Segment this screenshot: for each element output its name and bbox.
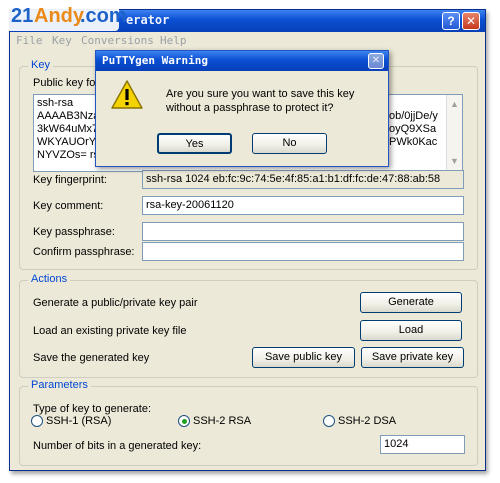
dialog-message: Are you sure you want to save this key w…: [166, 87, 354, 115]
yes-button[interactable]: Yes: [157, 133, 232, 154]
watermark-part-21: 21: [11, 5, 34, 27]
passphrase-field[interactable]: [142, 222, 464, 241]
fingerprint-field[interactable]: ssh-rsa 1024 eb:fc:9c:74:5e:4f:85:a1:b1:…: [142, 170, 464, 189]
menu-key[interactable]: Key: [52, 34, 72, 47]
watermark-part-com: .com: [80, 5, 127, 27]
parameters-group-title: Parameters: [28, 379, 91, 391]
bits-field[interactable]: 1024: [380, 435, 465, 454]
menu-bar: File Key Conversions Help: [10, 32, 485, 50]
help-button[interactable]: ?: [442, 12, 460, 30]
save-label: Save the generated key: [33, 352, 150, 364]
generate-label: Generate a public/private key pair: [33, 297, 198, 309]
menu-conversions[interactable]: Conversions: [81, 34, 154, 47]
actions-group-title: Actions: [28, 273, 71, 285]
watermark-logo: 21 Andy .com: [3, 3, 127, 31]
public-key-right-column: ob/0jjDe/y oyQ9XSa PWk0Kac: [389, 97, 449, 149]
radio-ssh2-dsa[interactable]: [323, 415, 335, 427]
public-key-right-line: PWk0Kac: [389, 136, 438, 148]
ssh2-rsa-label[interactable]: SSH-2 RSA: [193, 415, 251, 427]
radio-ssh1-rsa[interactable]: [31, 415, 43, 427]
generate-button[interactable]: Generate: [360, 292, 462, 313]
ssh1-rsa-label[interactable]: SSH-1 (RSA): [46, 415, 111, 427]
dialog-title: PuTTYgen Warning: [102, 54, 208, 67]
warning-dialog: PuTTYgen Warning ✕ Are you sure you want…: [95, 50, 389, 167]
public-key-right-line: ob/0jjDe/y: [389, 110, 438, 122]
warning-icon: [111, 80, 143, 109]
dialog-message-line2: without a passphrase to protect it?: [166, 102, 334, 114]
confirm-passphrase-field[interactable]: [142, 242, 464, 261]
dialog-message-line1: Are you sure you want to save this key: [166, 88, 355, 100]
key-type-label: Type of key to generate:: [33, 403, 152, 415]
confirm-passphrase-label: Confirm passphrase:: [33, 246, 135, 258]
radio-selected-dot: [182, 419, 187, 424]
public-key-scrollbar[interactable]: ▲ ▼: [446, 95, 462, 171]
menu-help[interactable]: Help: [160, 34, 187, 47]
save-public-key-button[interactable]: Save public key: [252, 347, 355, 368]
public-key-right-line: oyQ9XSa: [389, 123, 437, 135]
public-key-label: Public key for: [33, 77, 100, 89]
key-group-title: Key: [28, 59, 53, 71]
scroll-down-icon[interactable]: ▼: [449, 155, 460, 168]
load-label: Load an existing private key file: [33, 325, 187, 337]
comment-label: Key comment:: [33, 200, 104, 212]
watermark-part-andy: Andy: [34, 5, 84, 27]
load-button[interactable]: Load: [360, 320, 462, 341]
menu-file[interactable]: File: [16, 34, 43, 47]
scroll-up-icon[interactable]: ▲: [449, 98, 460, 111]
passphrase-label: Key passphrase:: [33, 226, 115, 238]
close-button[interactable]: ✕: [462, 12, 480, 30]
dialog-titlebar[interactable]: PuTTYgen Warning ✕: [96, 51, 388, 71]
bits-label: Number of bits in a generated key:: [33, 440, 202, 452]
save-private-key-button[interactable]: Save private key: [361, 347, 464, 368]
comment-field[interactable]: rsa-key-20061120: [142, 196, 464, 215]
fingerprint-label: Key fingerprint:: [33, 174, 107, 186]
dialog-close-button[interactable]: ✕: [368, 53, 384, 69]
ssh2-dsa-label[interactable]: SSH-2 DSA: [338, 415, 396, 427]
window-title: erator: [126, 13, 170, 27]
no-button[interactable]: No: [252, 133, 327, 154]
radio-ssh2-rsa[interactable]: [178, 415, 190, 427]
public-key-right-line: [389, 97, 449, 110]
